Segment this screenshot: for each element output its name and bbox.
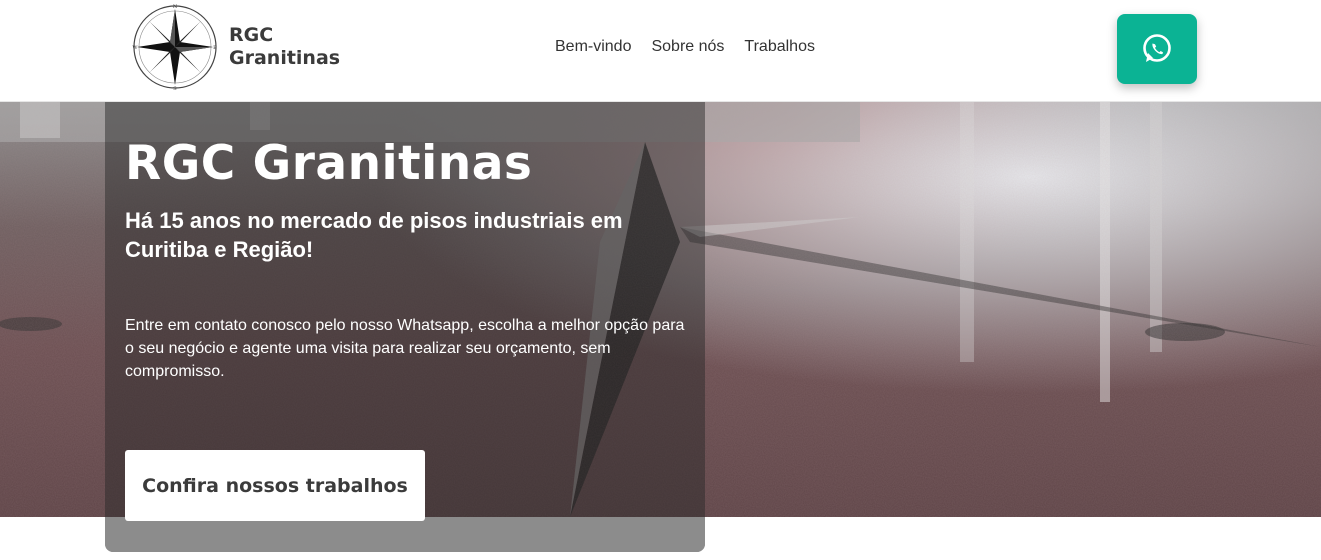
whatsapp-icon — [1143, 34, 1171, 62]
compass-rose-logo-icon: N S E W — [132, 4, 217, 91]
hero-title: RGC Granitinas — [125, 136, 533, 191]
logo[interactable]: N S E W RGC Granitinas — [131, 3, 340, 91]
main-nav: Bem-vindo Sobre nós Trabalhos — [555, 38, 815, 56]
logo-line2: Granitinas — [229, 47, 341, 69]
logo-text: RGC Granitinas — [229, 24, 340, 70]
nav-sobre-nos[interactable]: Sobre nós — [651, 38, 724, 56]
compass-w: W — [132, 45, 138, 51]
hero-subtitle: Há 15 anos no mercado de pisos industria… — [125, 208, 623, 262]
hero-panel-footer — [105, 517, 705, 552]
whatsapp-button[interactable] — [1117, 14, 1197, 84]
compass-e: E — [213, 45, 217, 51]
cta-confira-trabalhos-button[interactable]: Confira nossos trabalhos — [125, 450, 425, 521]
logo-line1: RGC — [229, 24, 274, 46]
hero-description: Entre em contato conosco pelo nosso What… — [125, 317, 685, 380]
compass-n: N — [173, 4, 178, 10]
nav-bem-vindo[interactable]: Bem-vindo — [555, 38, 631, 56]
nav-trabalhos[interactable]: Trabalhos — [744, 38, 815, 56]
site-header: N S E W RGC Granitinas Bem-vindo Sobre n… — [0, 0, 1321, 102]
compass-s: S — [173, 86, 177, 91]
